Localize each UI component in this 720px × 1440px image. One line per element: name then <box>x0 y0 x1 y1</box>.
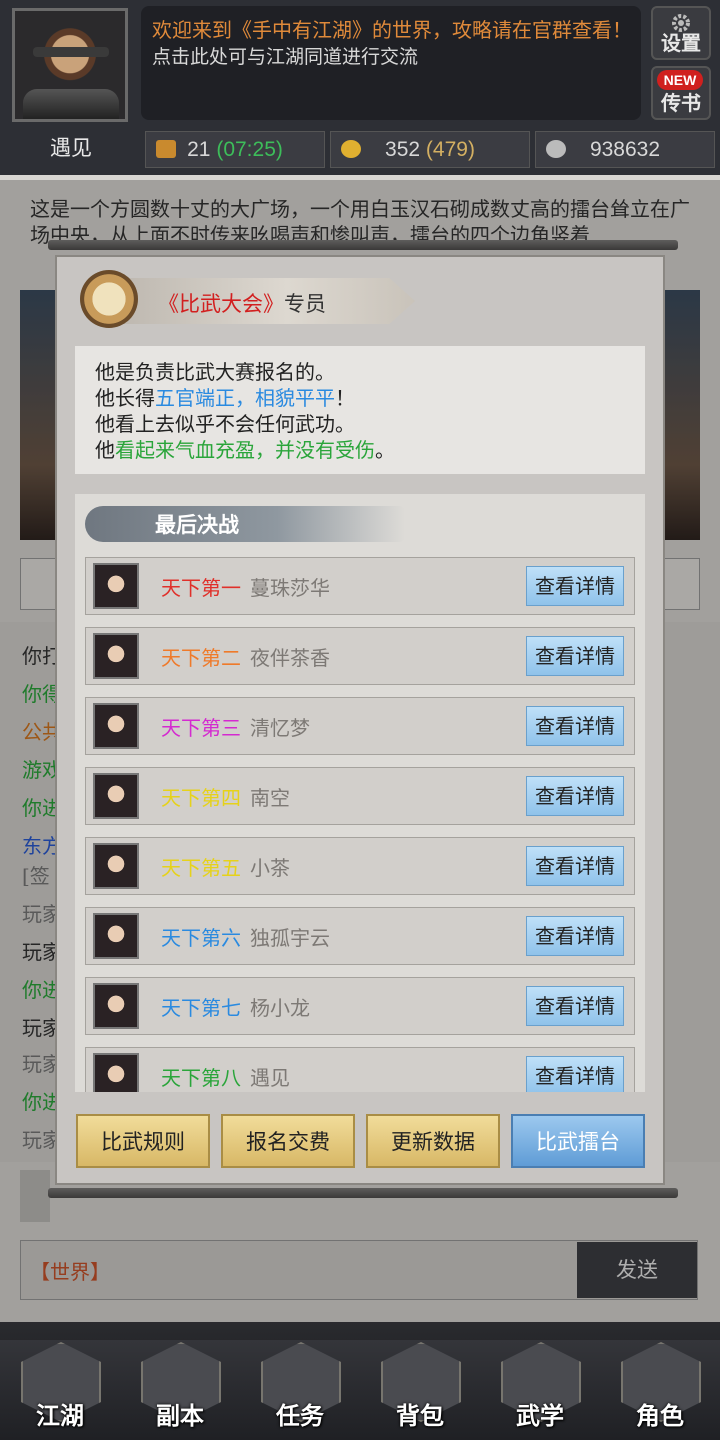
silver-stat[interactable]: 938632 <box>535 131 715 168</box>
desc-line-2: 他长得五官端正，相貌平平！ <box>95 386 355 410</box>
rank-title: 天下第五 <box>161 856 241 880</box>
player-portrait-icon[interactable] <box>93 843 139 889</box>
player-portrait-icon[interactable] <box>93 773 139 819</box>
stamina-stat[interactable]: 21 (07:25) <box>145 131 325 168</box>
view-details-button[interactable]: 查看详情 <box>526 776 624 816</box>
update-data-button[interactable]: 更新数据 <box>366 1114 500 1168</box>
player-portrait-icon[interactable] <box>93 983 139 1029</box>
view-details-button[interactable]: 查看详情 <box>526 636 624 676</box>
nav-bag[interactable]: 背包 <box>377 1338 463 1434</box>
ranking-list[interactable]: 天下第一 蔓珠莎华 查看详情 天下第二 夜伴茶香 查看详情 天下第三 清忆梦 查看详情 天下第四南… <box>75 494 645 1092</box>
letter-label: 传书 <box>661 91 701 115</box>
player-name: 遇见 <box>250 1066 290 1090</box>
rank-title: 天下第二 <box>161 646 241 670</box>
section-title: 最后决战 <box>155 512 239 537</box>
ranking-row[interactable]: 天下第一 蔓珠莎华 查看详情 <box>85 557 635 615</box>
nav-dungeon[interactable]: 副本 <box>137 1338 223 1434</box>
arena-button[interactable]: 比武擂台 <box>511 1114 645 1168</box>
scroll-icon <box>156 140 176 158</box>
scroll-rod-top <box>48 240 678 250</box>
view-details-button[interactable]: 查看详情 <box>526 916 624 956</box>
silver-icon <box>546 140 566 158</box>
nav-label: 任务 <box>276 1401 324 1430</box>
ranking-row[interactable]: 天下第六 独孤宇云 查看详情 <box>85 907 635 965</box>
nav-label: 副本 <box>156 1401 204 1430</box>
nav-label: 角色 <box>636 1401 684 1430</box>
ranking-row[interactable]: 天下第三 清忆梦 查看详情 <box>85 697 635 755</box>
stamina-timer: (07:25) <box>216 138 283 161</box>
ranking-row[interactable]: 天下第四 南空 查看详情 <box>85 767 635 825</box>
gold-ingot-icon <box>341 140 361 158</box>
gold-secondary: (479) <box>425 138 475 161</box>
settings-button[interactable]: 设置 <box>651 6 711 60</box>
dialog-title: 《比武大会》专员 <box>158 288 326 318</box>
section-header-brush <box>85 506 405 542</box>
rules-button[interactable]: 比武规则 <box>76 1114 210 1168</box>
title-event: 《比武大会》 <box>158 292 284 316</box>
player-name: 南空 <box>250 786 290 810</box>
rank-title: 天下第七 <box>161 996 241 1020</box>
desc-line-3: 他看上去似乎不会任何武功。 <box>95 412 355 436</box>
player-name: 清忆梦 <box>250 716 310 740</box>
player-avatar[interactable] <box>12 8 128 122</box>
signup-fee-button[interactable]: 报名交费 <box>221 1114 355 1168</box>
player-name: 小茶 <box>250 856 290 880</box>
nav-label: 武学 <box>516 1401 564 1430</box>
rank-title: 天下第六 <box>161 926 241 950</box>
player-portrait-icon[interactable] <box>93 1053 139 1092</box>
view-details-button[interactable]: 查看详情 <box>526 1056 624 1092</box>
ranking-row[interactable]: 天下第八 遇见 查看详情 <box>85 1047 635 1092</box>
new-badge: NEW <box>657 70 703 90</box>
view-details-button[interactable]: 查看详情 <box>526 706 624 746</box>
silver-value: 938632 <box>589 138 661 161</box>
nav-martial[interactable]: 武学 <box>497 1338 583 1434</box>
rank-title: 天下第三 <box>161 716 241 740</box>
player-name: 独孤宇云 <box>250 926 330 950</box>
ranking-row[interactable]: 天下第五 小茶 查看详情 <box>85 837 635 895</box>
player-portrait-icon[interactable] <box>93 913 139 959</box>
view-details-button[interactable]: 查看详情 <box>526 846 624 886</box>
player-portrait-icon[interactable] <box>93 563 139 609</box>
nav-label: 背包 <box>396 1401 444 1430</box>
nav-character[interactable]: 角色 <box>617 1338 703 1434</box>
player-name: 夜伴茶香 <box>250 646 330 670</box>
player-portrait-icon[interactable] <box>93 633 139 679</box>
nav-quest[interactable]: 任务 <box>257 1338 343 1434</box>
nav-label: 江湖 <box>36 1401 84 1430</box>
ranking-row[interactable]: 天下第七 杨小龙 查看详情 <box>85 977 635 1035</box>
scroll-rod-bottom <box>48 1188 678 1198</box>
notice-line-community[interactable]: 点击此处可与江湖同道进行交流 <box>152 42 418 69</box>
desc-line-4: 他看起来气血充盈，并没有受伤。 <box>95 438 395 462</box>
gold-stat[interactable]: 352 (479) <box>330 131 530 168</box>
player-name: 蔓珠莎华 <box>250 576 330 600</box>
notice-line-welcome: 欢迎来到《手中有江湖》的世界，攻略请在官群查看！ <box>152 18 632 42</box>
desc-line-1: 他是负责比武大赛报名的。 <box>95 360 335 384</box>
view-details-button[interactable]: 查看详情 <box>526 986 624 1026</box>
drum-icon <box>80 270 138 328</box>
settings-label: 设置 <box>661 31 701 55</box>
player-name: 遇见 <box>50 137 92 160</box>
player-portrait-icon[interactable] <box>93 703 139 749</box>
ranking-row[interactable]: 天下第二 夜伴茶香 查看详情 <box>85 627 635 685</box>
stamina-value: 21 <box>187 138 211 161</box>
view-details-button[interactable]: 查看详情 <box>526 566 624 606</box>
nav-jianghu[interactable]: 江湖 <box>17 1338 103 1434</box>
rank-title: 天下第八 <box>161 1066 241 1090</box>
rank-title: 天下第一 <box>161 576 241 600</box>
player-name: 杨小龙 <box>250 996 310 1020</box>
gold-value: 352 <box>385 138 421 161</box>
title-role: 专员 <box>284 292 326 316</box>
rank-title: 天下第四 <box>161 786 241 810</box>
